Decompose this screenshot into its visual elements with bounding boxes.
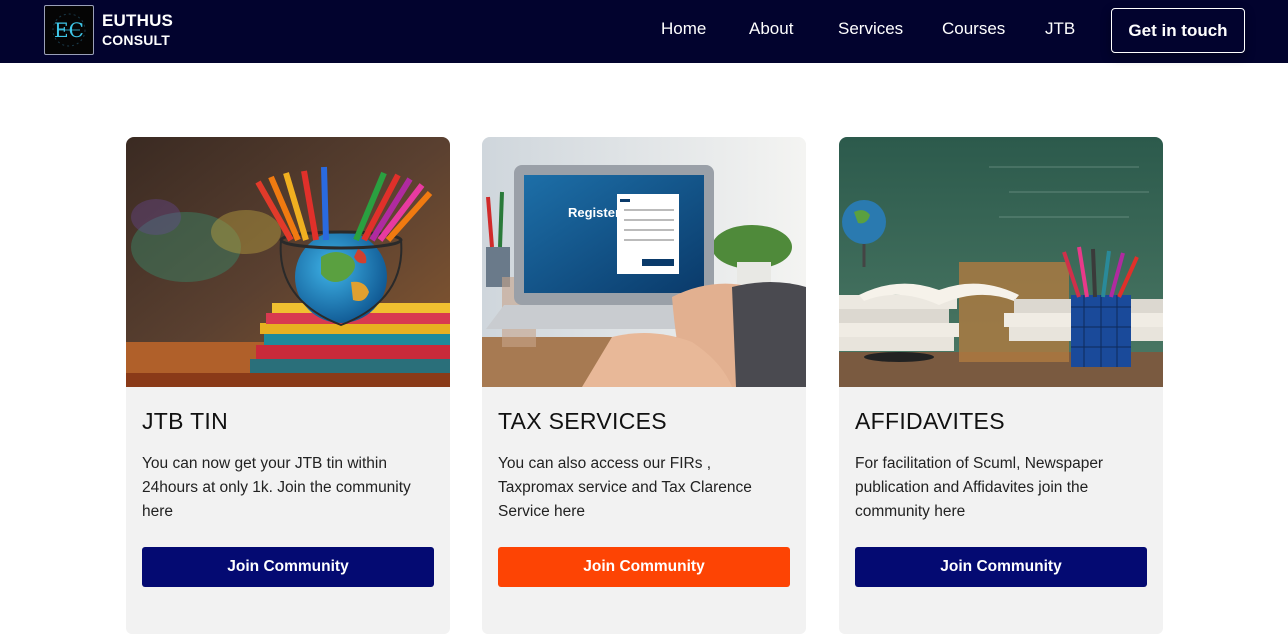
nav-menu: Home About Services Courses JTB: [0, 18, 1288, 40]
card-affidavites: AFFIDAVITES For facilitation of Scuml, N…: [839, 137, 1163, 634]
join-community-button[interactable]: Join Community: [498, 547, 790, 587]
nav-link-jtb[interactable]: JTB: [1045, 18, 1075, 40]
get-in-touch-button[interactable]: Get in touch: [1111, 8, 1245, 53]
join-community-button[interactable]: Join Community: [142, 547, 434, 587]
card-jtb-tin: JTB TIN You can now get your JTB tin wit…: [126, 137, 450, 634]
card-title: JTB TIN: [142, 408, 229, 434]
card-title: AFFIDAVITES: [855, 408, 1005, 434]
pencils-globe-books-image: [126, 137, 450, 387]
card-title: TAX SERVICES: [498, 408, 667, 434]
nav-link-courses[interactable]: Courses: [942, 18, 1005, 40]
card-description: You can also access our FIRs , Taxpromax…: [498, 455, 752, 520]
books-pencil-holder-image: [839, 137, 1163, 387]
card-tax-services: Register TAX SERVICES You can also acces…: [482, 137, 806, 634]
svg-text:Register: Register: [568, 205, 620, 220]
laptop-register-image: Register: [482, 137, 806, 387]
nav-link-about[interactable]: About: [749, 18, 793, 40]
nav-link-home[interactable]: Home: [661, 18, 706, 40]
nav-link-services[interactable]: Services: [838, 18, 903, 40]
card-description: For facilitation of Scuml, Newspaper pub…: [855, 455, 1104, 520]
navbar: EC EUTHUS CONSULT Home About Services Co…: [0, 0, 1288, 63]
join-community-button[interactable]: Join Community: [855, 547, 1147, 587]
card-description: You can now get your JTB tin within 24ho…: [142, 455, 411, 520]
